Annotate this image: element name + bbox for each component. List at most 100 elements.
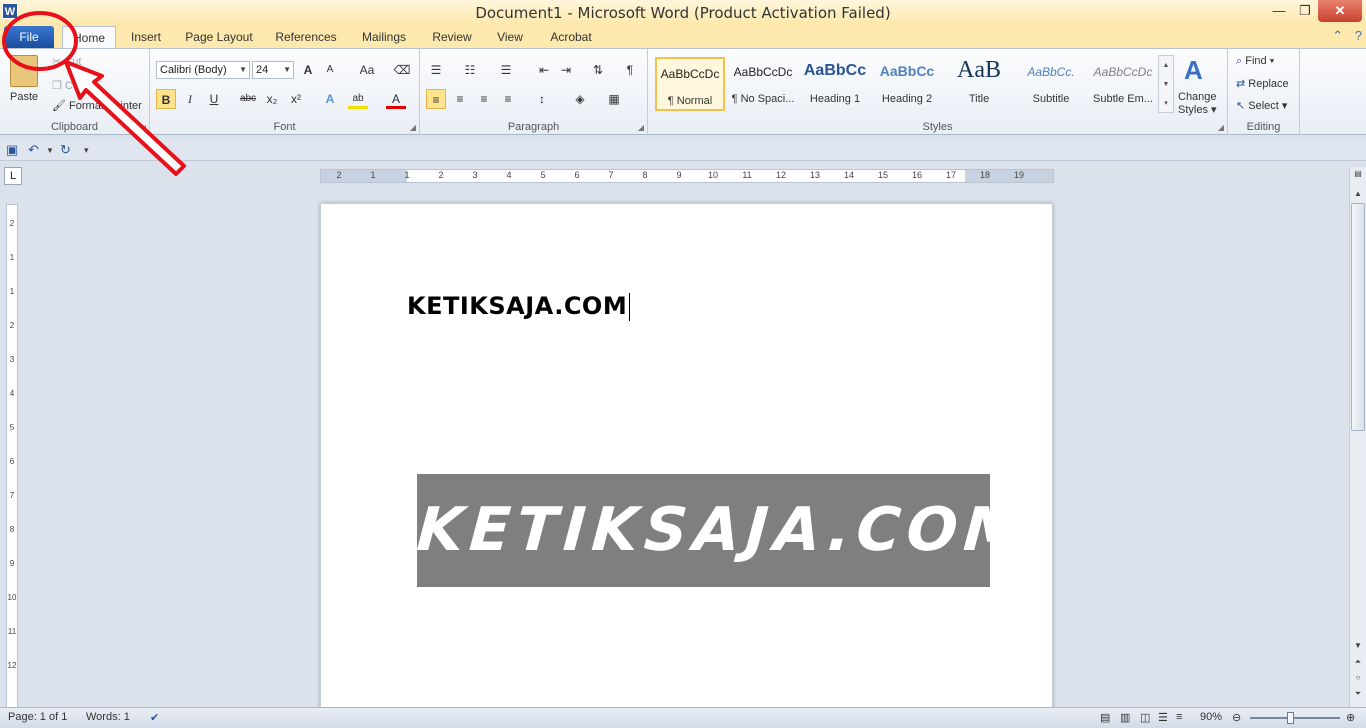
styles-launcher-icon[interactable]: ◢: [1218, 123, 1224, 132]
word-count[interactable]: Words: 1: [86, 711, 130, 723]
clipboard-launcher-icon[interactable]: ◢: [140, 123, 146, 132]
strikethrough-button[interactable]: abc: [238, 89, 258, 109]
tab-review[interactable]: Review: [428, 26, 476, 48]
zoom-level[interactable]: 90%: [1200, 711, 1222, 723]
zoom-slider-thumb[interactable]: [1287, 712, 1294, 724]
cut-button[interactable]: ✂ Cut: [52, 55, 81, 68]
grow-font-button[interactable]: A: [298, 60, 318, 80]
underline-button[interactable]: U: [204, 89, 224, 109]
document-text[interactable]: KETIKSAJA.COM: [407, 292, 631, 321]
tab-file[interactable]: File: [4, 26, 54, 48]
view-ruler-icon[interactable]: ▤: [1351, 169, 1365, 178]
vruler-tick-label: 9: [9, 559, 15, 568]
bullets-icon[interactable]: ☰: [426, 60, 446, 80]
tab-references[interactable]: References: [272, 26, 340, 48]
help-icon[interactable]: ?: [1355, 28, 1362, 43]
sort-icon[interactable]: ⇅: [588, 60, 608, 80]
font-launcher-icon[interactable]: ◢: [410, 123, 416, 132]
bold-button[interactable]: B: [156, 89, 176, 109]
borders-icon[interactable]: ▦: [604, 89, 624, 109]
minimize-ribbon-icon[interactable]: ⌃: [1332, 28, 1343, 43]
tab-home[interactable]: Home: [62, 26, 116, 48]
save-icon[interactable]: ▣: [6, 142, 18, 158]
minimize-button[interactable]: —: [1266, 0, 1292, 22]
change-styles-line1[interactable]: Change: [1178, 91, 1217, 103]
decrease-indent-icon[interactable]: ⇤: [534, 60, 554, 80]
document-page[interactable]: KETIKSAJA.COM KETIKSAJA.COM: [320, 203, 1053, 707]
align-center-icon[interactable]: ≡: [450, 89, 470, 109]
restore-button[interactable]: ❐: [1292, 0, 1318, 22]
redo-icon[interactable]: ↻: [60, 142, 71, 158]
zoom-out-icon[interactable]: ⊖: [1232, 711, 1241, 724]
show-formatting-button[interactable]: ¶: [620, 60, 640, 80]
undo-icon[interactable]: ↶: [28, 142, 39, 158]
style-subtitle[interactable]: AaBbCc. Subtitle: [1016, 57, 1086, 111]
replace-button[interactable]: ⇄ Replace: [1236, 77, 1289, 90]
highlight-button[interactable]: ab: [348, 89, 368, 109]
align-right-icon[interactable]: ≡: [474, 89, 494, 109]
style-no-spacing[interactable]: AaBbCcDc ¶ No Spaci...: [728, 57, 798, 111]
shrink-font-button[interactable]: A: [320, 60, 340, 80]
paste-button[interactable]: Paste: [10, 91, 38, 103]
chevron-down-icon[interactable]: ▼: [46, 146, 54, 155]
justify-icon[interactable]: ≡: [498, 89, 518, 109]
find-button[interactable]: ⌕ Find ▾: [1236, 55, 1274, 68]
shading-icon[interactable]: ◈: [570, 89, 590, 109]
previous-page-icon[interactable]: ⏶: [1351, 657, 1365, 667]
align-left-icon[interactable]: ≡: [426, 89, 446, 109]
subscript-button[interactable]: x₂: [262, 89, 282, 109]
zoom-in-icon[interactable]: ⊕: [1346, 711, 1355, 724]
tab-selector[interactable]: L: [4, 167, 22, 185]
print-layout-icon[interactable]: ▤: [1100, 711, 1110, 724]
tab-view[interactable]: View: [492, 26, 528, 48]
line-spacing-icon[interactable]: ↕: [532, 89, 552, 109]
style-subtle-emphasis[interactable]: AaBbCcDc Subtle Em...: [1088, 57, 1158, 111]
draft-icon[interactable]: ≡: [1176, 711, 1182, 723]
tab-page-layout[interactable]: Page Layout: [182, 26, 256, 48]
copy-button[interactable]: ❐ Copy: [52, 79, 91, 92]
vertical-scrollbar[interactable]: ▤ ▲ ▼ ⏶ ○ ⏷: [1349, 167, 1366, 707]
paste-icon[interactable]: [10, 55, 38, 87]
outline-icon[interactable]: ☰: [1158, 711, 1168, 724]
web-layout-icon[interactable]: ◫: [1140, 711, 1150, 724]
style-title[interactable]: AaB Title: [944, 57, 1014, 111]
horizontal-ruler[interactable]: 2 1 1 2 3 4 5 6 7 8 9 10 11 12 13 14 15 16 17 18 19: [320, 169, 1054, 183]
numbering-icon[interactable]: ☷: [460, 60, 480, 80]
font-size-combo[interactable]: 24 ▼: [252, 61, 294, 79]
watermark-banner-image[interactable]: KETIKSAJA.COM: [415, 474, 1032, 587]
italic-button[interactable]: I: [180, 89, 200, 109]
style-heading-2[interactable]: AaBbCc Heading 2: [872, 57, 942, 111]
select-browse-object-icon[interactable]: ○: [1351, 673, 1365, 682]
scroll-down-icon[interactable]: ▼: [1351, 641, 1365, 650]
text-effects-button[interactable]: A: [320, 89, 340, 109]
proofing-icon[interactable]: ✔: [150, 711, 159, 724]
select-button[interactable]: ↖ Select ▾: [1236, 99, 1287, 112]
zoom-slider-track[interactable]: [1250, 717, 1340, 719]
paragraph-launcher-icon[interactable]: ◢: [638, 123, 644, 132]
scrollbar-thumb[interactable]: [1351, 203, 1365, 431]
full-screen-reading-icon[interactable]: ▥: [1120, 711, 1130, 724]
style-normal[interactable]: AaBbCcDc ¶ Normal: [655, 57, 725, 111]
styles-scroll[interactable]: ▲ ▼ ▾: [1158, 55, 1174, 113]
tab-insert[interactable]: Insert: [128, 26, 164, 48]
tab-mailings[interactable]: Mailings: [356, 26, 412, 48]
clear-formatting-icon[interactable]: ⌫: [392, 60, 412, 80]
increase-indent-icon[interactable]: ⇥: [556, 60, 576, 80]
next-page-icon[interactable]: ⏷: [1351, 689, 1365, 699]
font-color-button[interactable]: A: [386, 89, 406, 109]
multilevel-list-icon[interactable]: ☰: [496, 60, 516, 80]
tab-acrobat[interactable]: Acrobat: [544, 26, 598, 48]
format-painter-button[interactable]: 🖌 Format Painter: [52, 99, 142, 112]
superscript-button[interactable]: x²: [286, 89, 306, 109]
font-group-label: Font: [273, 121, 296, 133]
style-heading-1[interactable]: AaBbCc Heading 1: [800, 57, 870, 111]
change-styles-line2[interactable]: Styles ▾: [1178, 103, 1217, 116]
vertical-ruler[interactable]: 2 1 1 2 3 4 5 6 7 8 9 10 11 12: [6, 204, 18, 714]
page-count[interactable]: Page: 1 of 1: [8, 711, 67, 723]
scroll-up-icon[interactable]: ▲: [1351, 189, 1365, 198]
font-name-combo[interactable]: Calibri (Body) ▼: [156, 61, 250, 79]
change-styles-icon[interactable]: A: [1184, 55, 1203, 86]
customize-toolbar-icon[interactable]: ▾: [84, 145, 89, 156]
change-case-button[interactable]: Aa: [354, 60, 380, 80]
close-button[interactable]: ✕: [1318, 0, 1362, 22]
